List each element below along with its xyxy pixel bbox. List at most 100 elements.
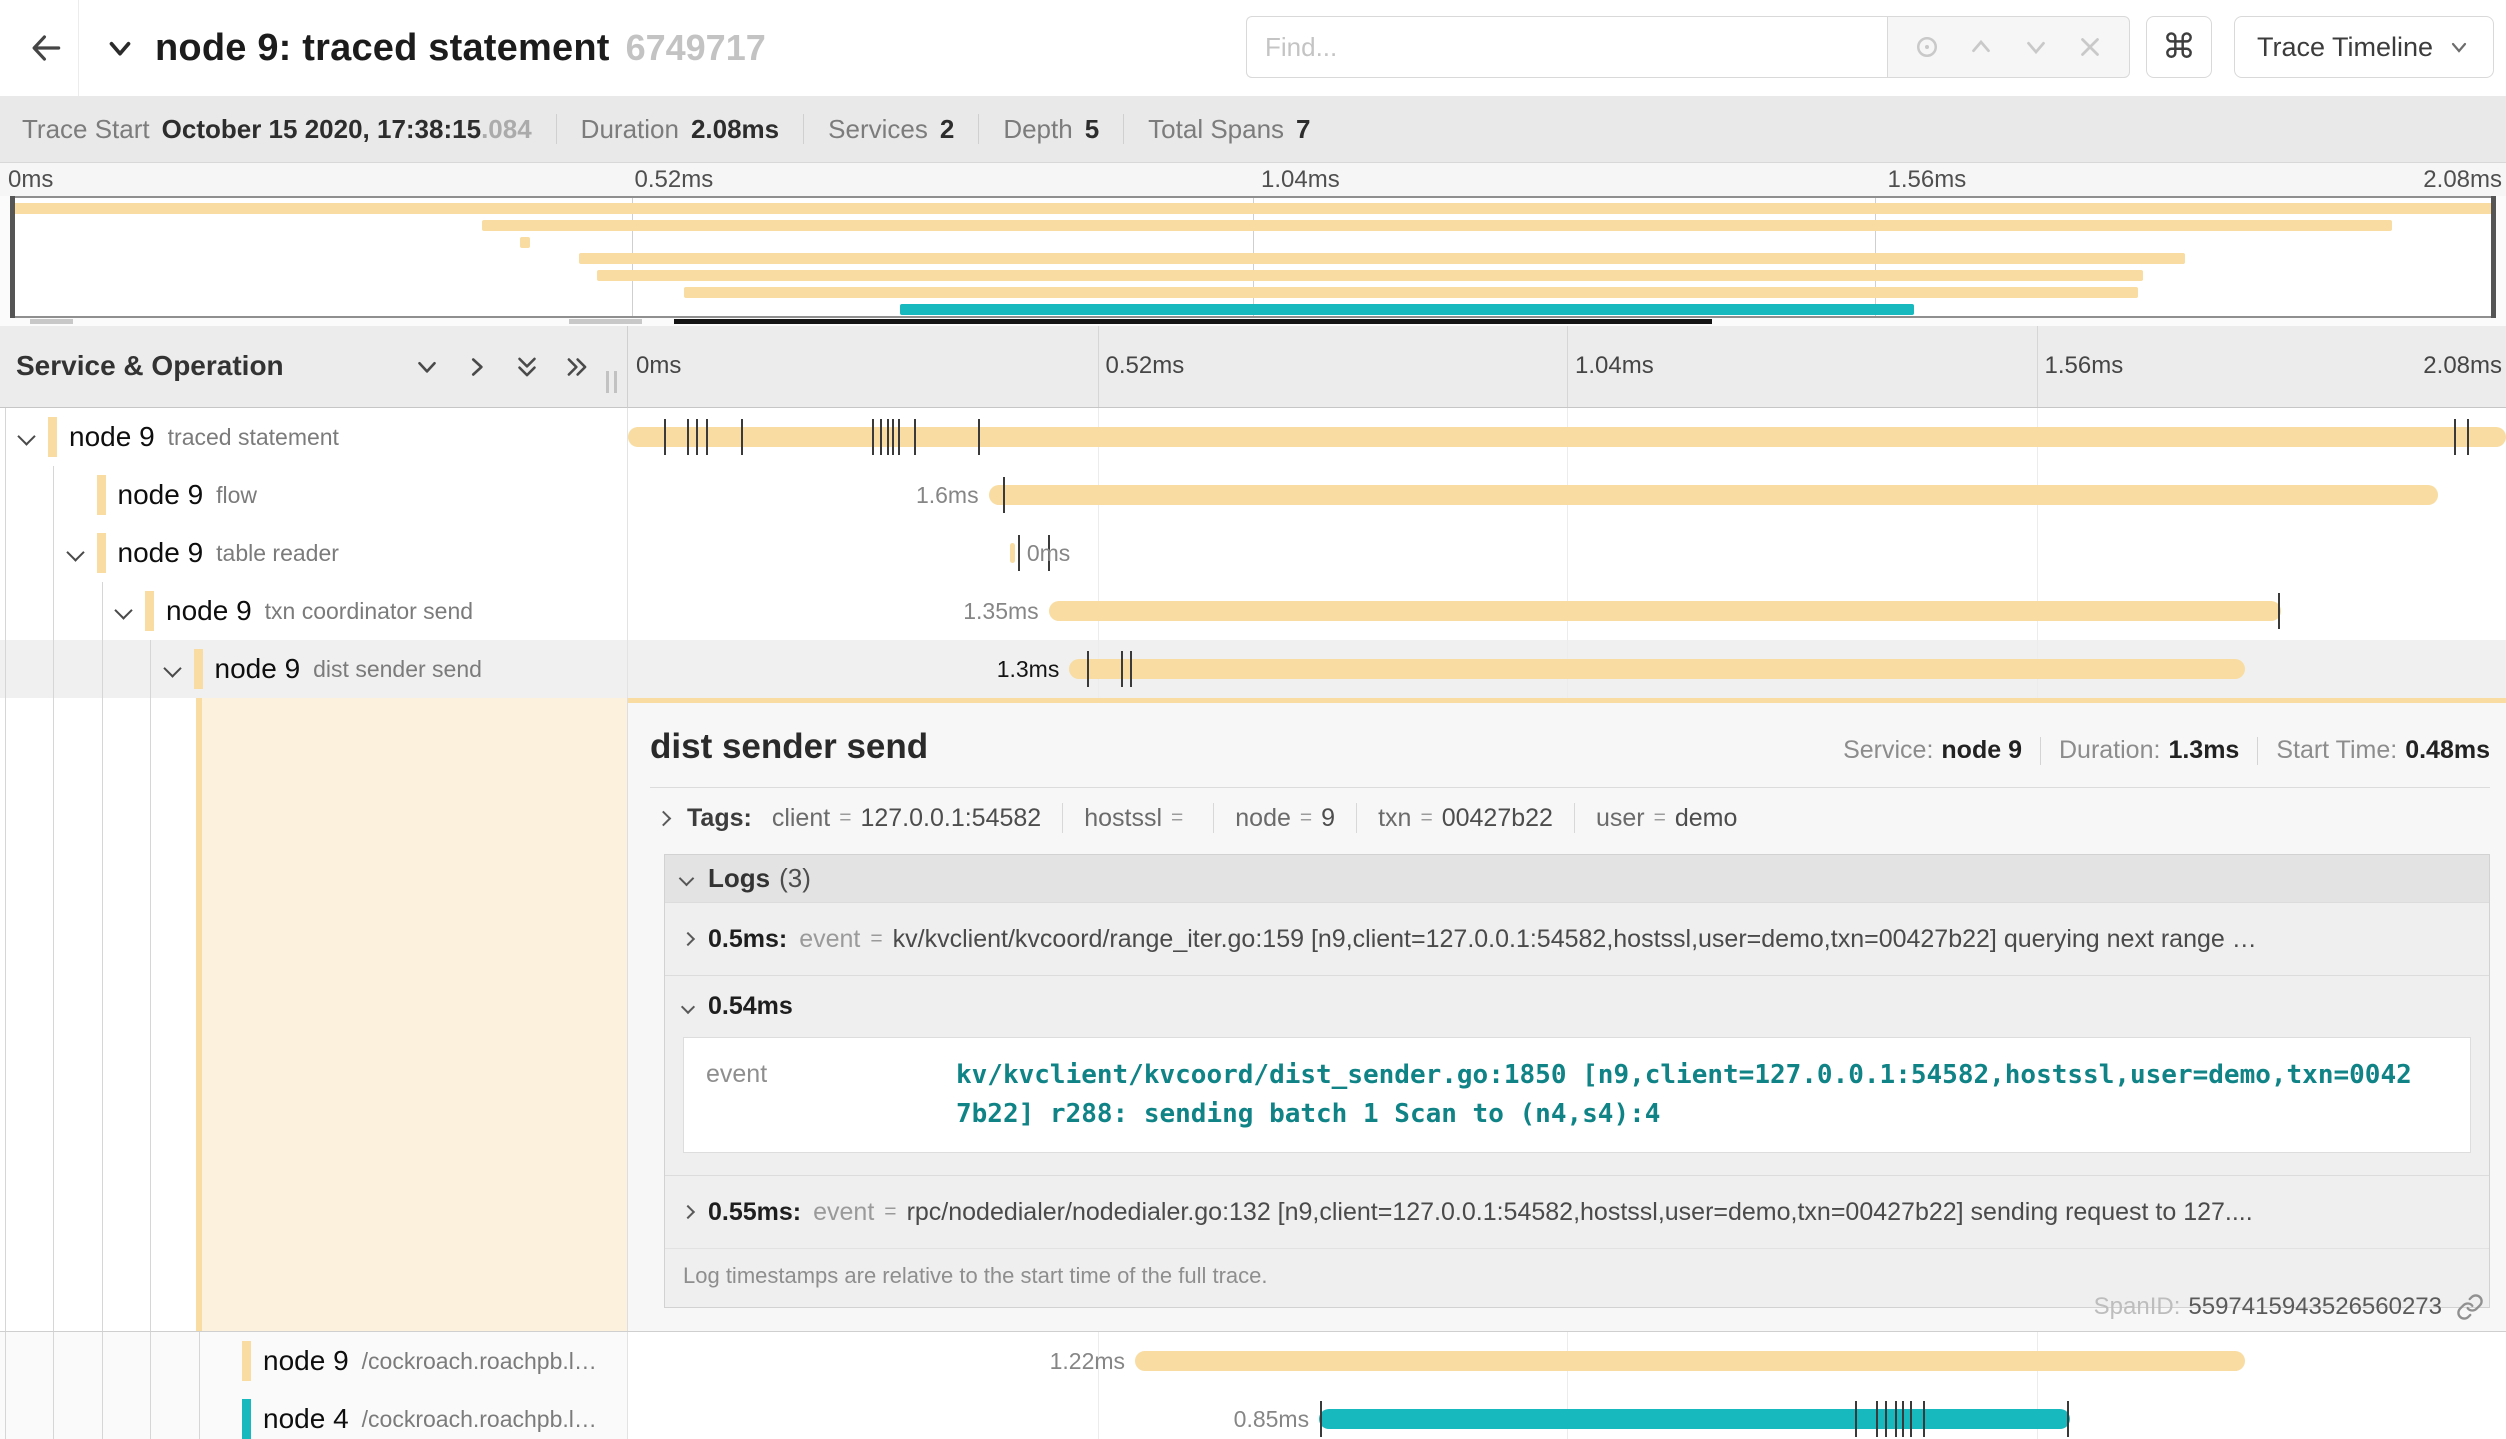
log-entry-header[interactable]: 0.54ms: [683, 992, 2471, 1021]
tag-item[interactable]: user=demo: [1596, 804, 1737, 833]
span-id-row: SpanID: 5597415943526560273: [2094, 1293, 2484, 1321]
tag-item[interactable]: hostssl=: [1084, 804, 1192, 833]
stat-value: 2: [940, 114, 954, 145]
log-entry[interactable]: 0.5ms: event = kv/kvclient/kvcoord/range…: [665, 902, 2489, 975]
span-timeline-cell: 1.22ms: [628, 1332, 2506, 1390]
span-row[interactable]: node 9traced statement: [0, 408, 2506, 466]
stat-label: Total Spans: [1148, 114, 1284, 145]
start-time-label: Start Time:: [2276, 736, 2397, 765]
log-marker-tick: [1895, 1401, 1897, 1437]
keyboard-shortcuts-button[interactable]: ⌘: [2146, 16, 2212, 78]
tags-label: Tags:: [687, 804, 752, 833]
log-field-value: kv/kvclient/kvcoord/range_iter.go:159 [n…: [893, 925, 2257, 954]
expand-all-icon[interactable]: [562, 352, 592, 382]
horizontal-scrollbar[interactable]: [0, 318, 2506, 326]
tag-item[interactable]: node=9: [1235, 804, 1335, 833]
equals-sign: =: [1420, 806, 1432, 830]
log-marker-tick: [1018, 535, 1020, 571]
log-marker-tick: [1885, 1401, 1887, 1437]
log-marker-tick: [741, 419, 743, 455]
stat-item: Depth 5: [1003, 114, 1099, 145]
collapse-all-icon[interactable]: [512, 352, 542, 382]
log-field-key: event: [813, 1198, 874, 1227]
span-name-wrap: node 4/cockroach.roachpb.l…: [0, 1390, 627, 1439]
collapse-trace-chevron[interactable]: [103, 31, 137, 65]
clear-find-icon[interactable]: [2075, 32, 2105, 62]
span-bar[interactable]: [989, 485, 2439, 505]
viewport-right-handle[interactable]: [2491, 196, 2496, 318]
collapse-one-icon[interactable]: [412, 352, 442, 382]
log-marker-tick: [1320, 1401, 1322, 1437]
divider: [1123, 114, 1124, 144]
expand-one-icon[interactable]: [462, 352, 492, 382]
minimap-viewport[interactable]: [10, 196, 2496, 318]
link-icon[interactable]: [2456, 1293, 2484, 1321]
back-button[interactable]: [14, 0, 78, 96]
span-row[interactable]: node 9txn coordinator send1.35ms: [0, 582, 2506, 640]
tag-item[interactable]: client=127.0.0.1:54582: [772, 804, 1041, 833]
log-marker-tick: [1876, 1401, 1878, 1437]
log-fields-table: event kv/kvclient/kvcoord/dist_sender.go…: [683, 1037, 2471, 1153]
service-name: node 9: [118, 537, 204, 569]
minimap-span-bar: [579, 253, 2185, 264]
target-icon[interactable]: [1912, 32, 1942, 62]
span-duration-label: 1.6ms: [916, 466, 979, 524]
log-field-value: rpc/nodedialer/nodedialer.go:132 [n9,cli…: [907, 1198, 2253, 1227]
divider: [2040, 737, 2041, 765]
minimap-span-bar: [684, 287, 2138, 298]
operation-name: flow: [216, 482, 257, 509]
prev-match-icon[interactable]: [1966, 32, 1996, 62]
divider: [978, 114, 979, 144]
timeline-ruler: 0ms0.52ms1.04ms1.56ms2.08ms: [628, 326, 2506, 408]
trace-view-selector[interactable]: Trace Timeline: [2234, 16, 2494, 78]
span-bar[interactable]: [1319, 1409, 2070, 1429]
span-bar[interactable]: [628, 427, 2506, 447]
span-row[interactable]: node 9dist sender send1.3ms: [0, 640, 2506, 698]
span-bar[interactable]: [1010, 543, 1015, 563]
span-row[interactable]: node 9/cockroach.roachpb.l…1.22ms: [0, 1332, 2506, 1390]
span-tree-cell: node 9table reader: [0, 524, 628, 582]
span-detail-panel: dist sender send Service:node 9 Duration…: [628, 698, 2506, 1331]
logs-header[interactable]: Logs (3): [665, 855, 2489, 902]
log-marker-tick: [2067, 1401, 2069, 1437]
stat-label: Depth: [1003, 114, 1072, 145]
span-row[interactable]: node 9flow1.6ms: [0, 466, 2506, 524]
log-marker-tick: [1130, 651, 1132, 687]
divider: [1356, 803, 1357, 833]
span-timeline-cell: 1.35ms: [628, 582, 2506, 640]
service-name: node 9: [263, 1345, 349, 1377]
log-field-key: event: [799, 925, 860, 954]
gridline: [1098, 326, 1099, 407]
scrollbar-thumb[interactable]: [674, 319, 1711, 324]
gridline: [1098, 524, 1099, 582]
log-marker-tick: [1923, 1401, 1925, 1437]
logs-label: Logs: [708, 863, 770, 894]
gridline: [1098, 1390, 1099, 1439]
span-row[interactable]: node 9table reader0ms: [0, 524, 2506, 582]
tag-value: 127.0.0.1:54582: [860, 804, 1041, 833]
tags-accordian[interactable]: Tags: client=127.0.0.1:54582 hostssl= node…: [650, 788, 2490, 848]
indent-guide: [150, 698, 151, 1331]
log-marker-tick: [1003, 477, 1005, 513]
span-bar[interactable]: [1049, 601, 2281, 621]
stat-value: 5: [1085, 114, 1099, 145]
scrollbar-track-piece: [30, 319, 73, 324]
stat-item: Trace StartOctober 15 2020, 17:38:15.084: [22, 114, 532, 145]
divider: [803, 114, 804, 144]
detail-header: dist sender send Service:node 9 Duration…: [650, 727, 2490, 767]
chevron-down-icon: [681, 999, 695, 1013]
log-entry[interactable]: 0.55ms: event = rpc/nodedialer/nodediale…: [665, 1175, 2489, 1248]
next-match-icon[interactable]: [2021, 32, 2051, 62]
log-field-value[interactable]: kv/kvclient/kvcoord/dist_sender.go:1850 …: [956, 1056, 2418, 1134]
span-bar[interactable]: [1069, 659, 2245, 679]
find-input[interactable]: [1246, 16, 1887, 78]
column-resize-handle[interactable]: [606, 371, 617, 393]
span-row[interactable]: node 4/cockroach.roachpb.l…0.85ms: [0, 1390, 2506, 1439]
tag-item[interactable]: txn=00427b22: [1378, 804, 1553, 833]
span-bar[interactable]: [1135, 1351, 2245, 1371]
log-marker-tick: [706, 419, 708, 455]
tag-value: 00427b22: [1442, 804, 1553, 833]
viewport-left-handle[interactable]: [10, 196, 15, 318]
find-controls: [1887, 16, 2130, 78]
ruler-tick-label: 1.04ms: [1567, 326, 1654, 406]
